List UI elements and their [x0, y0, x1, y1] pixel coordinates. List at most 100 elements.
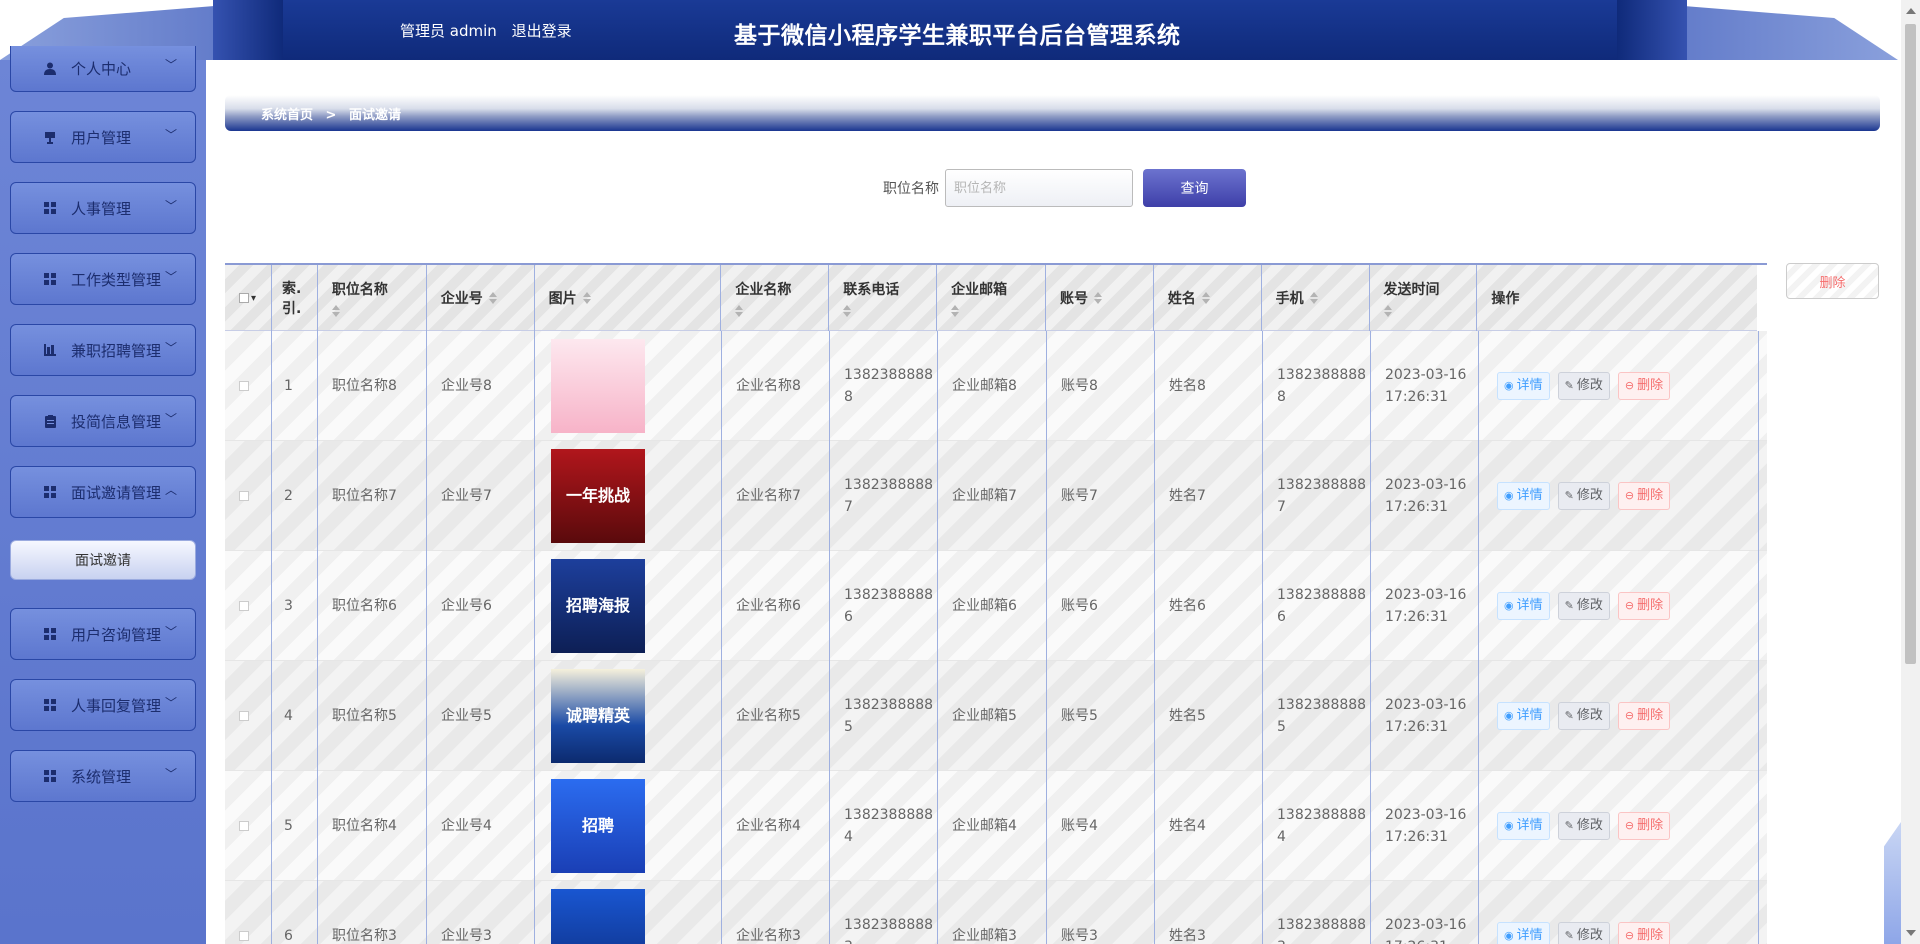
cell-send-time: 2023-03-16 17:26:31 [1371, 331, 1479, 441]
detail-button[interactable]: ◉ 详情 [1497, 702, 1550, 730]
send-time: 17:26:31 [1385, 936, 1448, 944]
job-poster-image[interactable]: 诚聘精英 [551, 669, 645, 763]
column-header-send-time[interactable]: 发送时间 [1370, 265, 1478, 331]
column-header-company-email[interactable]: 企业邮箱 [937, 265, 1046, 331]
job-poster-image[interactable] [551, 339, 645, 433]
column-header-label: 账号 [1059, 291, 1088, 307]
scroll-down-arrow-icon[interactable] [1906, 930, 1916, 936]
cell-company-email: 企业邮箱3 [938, 881, 1047, 944]
column-header-job-name[interactable]: 职位名称 [318, 265, 427, 331]
cell-actions: ◉ 详情 ✎ 修改 ⊖ 删除 [1479, 661, 1759, 771]
cell-image [535, 331, 722, 441]
send-time: 17:26:31 [1385, 719, 1448, 735]
sidebar-item-consult-management[interactable]: 用户咨询管理 ﹀ [10, 608, 196, 660]
sidebar-item-profile[interactable]: 个人中心 ﹀ [10, 46, 196, 92]
delete-button[interactable]: ⊖ 删除 [1617, 812, 1671, 840]
edit-button[interactable]: ✎ 修改 [1557, 702, 1610, 730]
column-header-company-name[interactable]: 企业名称 [721, 265, 830, 331]
sidebar-item-hr-management[interactable]: 人事管理 ﹀ [10, 182, 196, 234]
table-header: ▾ 索. 引. 职位名称 企业号 图片 企业名称 联系电话 企业邮箱 账号 姓名… [225, 265, 1757, 331]
cell-send-time: 2023-03-16 17:26:31 [1371, 551, 1479, 661]
table-row: 2 职位名称7 企业号7 一年挑战 企业名称7 1382388888 7 企业邮… [225, 441, 1767, 551]
chevron-down-icon: ﹀ [164, 341, 177, 355]
sidebar-item-user-management[interactable]: 用户管理 ﹀ [10, 111, 196, 163]
cell-contact-phone: 1382388888 3 [830, 881, 938, 944]
edit-icon: ✎ [1564, 379, 1574, 392]
sort-icon[interactable] [1093, 292, 1102, 304]
delete-button[interactable]: ⊖ 删除 [1617, 592, 1671, 620]
job-poster-image[interactable]: 一年挑战 [551, 449, 645, 543]
detail-button[interactable]: ◉ 详情 [1497, 482, 1550, 510]
cell-company-no: 企业号8 [427, 331, 535, 441]
cell-image: 诚聘精英 [535, 661, 722, 771]
page-scrollbar[interactable] [1901, 0, 1920, 944]
column-header-account[interactable]: 账号 [1046, 265, 1154, 331]
breadcrumb: 系统首页 > 面试邀请 [261, 104, 401, 123]
sidebar-item-resume-management[interactable]: 投简信息管理 ﹀ [10, 395, 196, 447]
cell-actions: ◉ 详情 ✎ 修改 ⊖ 删除 [1479, 771, 1759, 881]
sort-icon[interactable] [951, 305, 960, 317]
edit-button[interactable]: ✎ 修改 [1557, 592, 1610, 620]
sidebar-item-parttime-recruit-management[interactable]: 兼职招聘管理 ﹀ [10, 324, 196, 376]
sort-icon[interactable] [735, 305, 744, 317]
breadcrumb-home-link[interactable]: 系统首页 [261, 108, 313, 123]
column-header-mobile[interactable]: 手机 [1262, 265, 1370, 331]
sort-icon[interactable] [1383, 305, 1392, 317]
edit-button[interactable]: ✎ 修改 [1557, 372, 1610, 400]
scroll-up-arrow-icon[interactable] [1906, 8, 1916, 14]
sidebar-item-interview-invite-management[interactable]: 面试邀请管理 ︿ [10, 466, 196, 518]
batch-delete-button[interactable]: 删除 [1786, 263, 1879, 299]
eye-icon: ◉ [1504, 489, 1514, 502]
edit-icon: ✎ [1564, 599, 1574, 612]
row-checkbox[interactable] [239, 711, 249, 721]
sidebar-item-work-type-management[interactable]: 工作类型管理 ﹀ [10, 253, 196, 305]
column-header-company-no[interactable]: 企业号 [427, 265, 535, 331]
row-checkbox[interactable] [239, 601, 249, 611]
cell-mobile: 1382388888 3 [1263, 881, 1371, 944]
select-all-checkbox[interactable] [239, 293, 249, 303]
sort-icon[interactable] [488, 292, 497, 304]
row-checkbox[interactable] [239, 381, 249, 391]
delete-button[interactable]: ⊖ 删除 [1617, 702, 1671, 730]
column-header-actions: 操作 [1477, 265, 1757, 331]
sort-icon[interactable] [331, 305, 340, 317]
minus-circle-icon: ⊖ [1624, 709, 1635, 722]
detail-button[interactable]: ◉ 详情 [1497, 922, 1550, 944]
column-header-name[interactable]: 姓名 [1154, 265, 1262, 331]
sidebar-subitem-interview-invite[interactable]: 面试邀请 [10, 540, 196, 580]
delete-button[interactable]: ⊖ 删除 [1617, 482, 1671, 510]
sidebar-item-system-management[interactable]: 系统管理 ﹀ [10, 750, 196, 802]
job-name-search-input[interactable] [945, 169, 1133, 207]
poster-text: 诚聘精英 [565, 706, 630, 725]
cell-index: 6 [272, 881, 318, 944]
cell-mobile: 1382388888 7 [1263, 441, 1371, 551]
row-checkbox[interactable] [239, 821, 249, 831]
job-poster-image[interactable] [551, 889, 645, 944]
delete-button[interactable]: ⊖ 删除 [1617, 372, 1671, 400]
edit-button[interactable]: ✎ 修改 [1557, 482, 1610, 510]
sort-icon[interactable] [843, 305, 852, 317]
column-header-image[interactable]: 图片 [535, 265, 722, 331]
logout-link[interactable]: 退出登录 [512, 22, 572, 40]
row-select-cell [225, 331, 272, 441]
column-header-contact-phone[interactable]: 联系电话 [829, 265, 938, 331]
sort-icon[interactable] [582, 292, 591, 304]
edit-button[interactable]: ✎ 修改 [1557, 812, 1610, 840]
chart-icon [43, 343, 57, 357]
delete-button[interactable]: ⊖ 删除 [1617, 922, 1671, 944]
row-checkbox[interactable] [239, 491, 249, 501]
job-poster-image[interactable]: 招聘海报 [551, 559, 645, 653]
admin-info: 管理员 admin 退出登录 [400, 20, 582, 41]
row-checkbox[interactable] [239, 931, 249, 941]
detail-button[interactable]: ◉ 详情 [1497, 372, 1550, 400]
detail-button[interactable]: ◉ 详情 [1497, 592, 1550, 620]
sidebar-item-hr-reply-management[interactable]: 人事回复管理 ﹀ [10, 679, 196, 731]
sort-icon[interactable] [1309, 292, 1318, 304]
edit-button[interactable]: ✎ 修改 [1557, 922, 1610, 944]
sort-icon[interactable] [1201, 292, 1210, 304]
scroll-thumb[interactable] [1905, 24, 1916, 664]
row-actions: ◉ 详情 ✎ 修改 ⊖ 删除 [1497, 372, 1671, 400]
query-button[interactable]: 查询 [1143, 169, 1246, 207]
job-poster-image[interactable]: 招聘 [551, 779, 645, 873]
detail-button[interactable]: ◉ 详情 [1497, 812, 1550, 840]
